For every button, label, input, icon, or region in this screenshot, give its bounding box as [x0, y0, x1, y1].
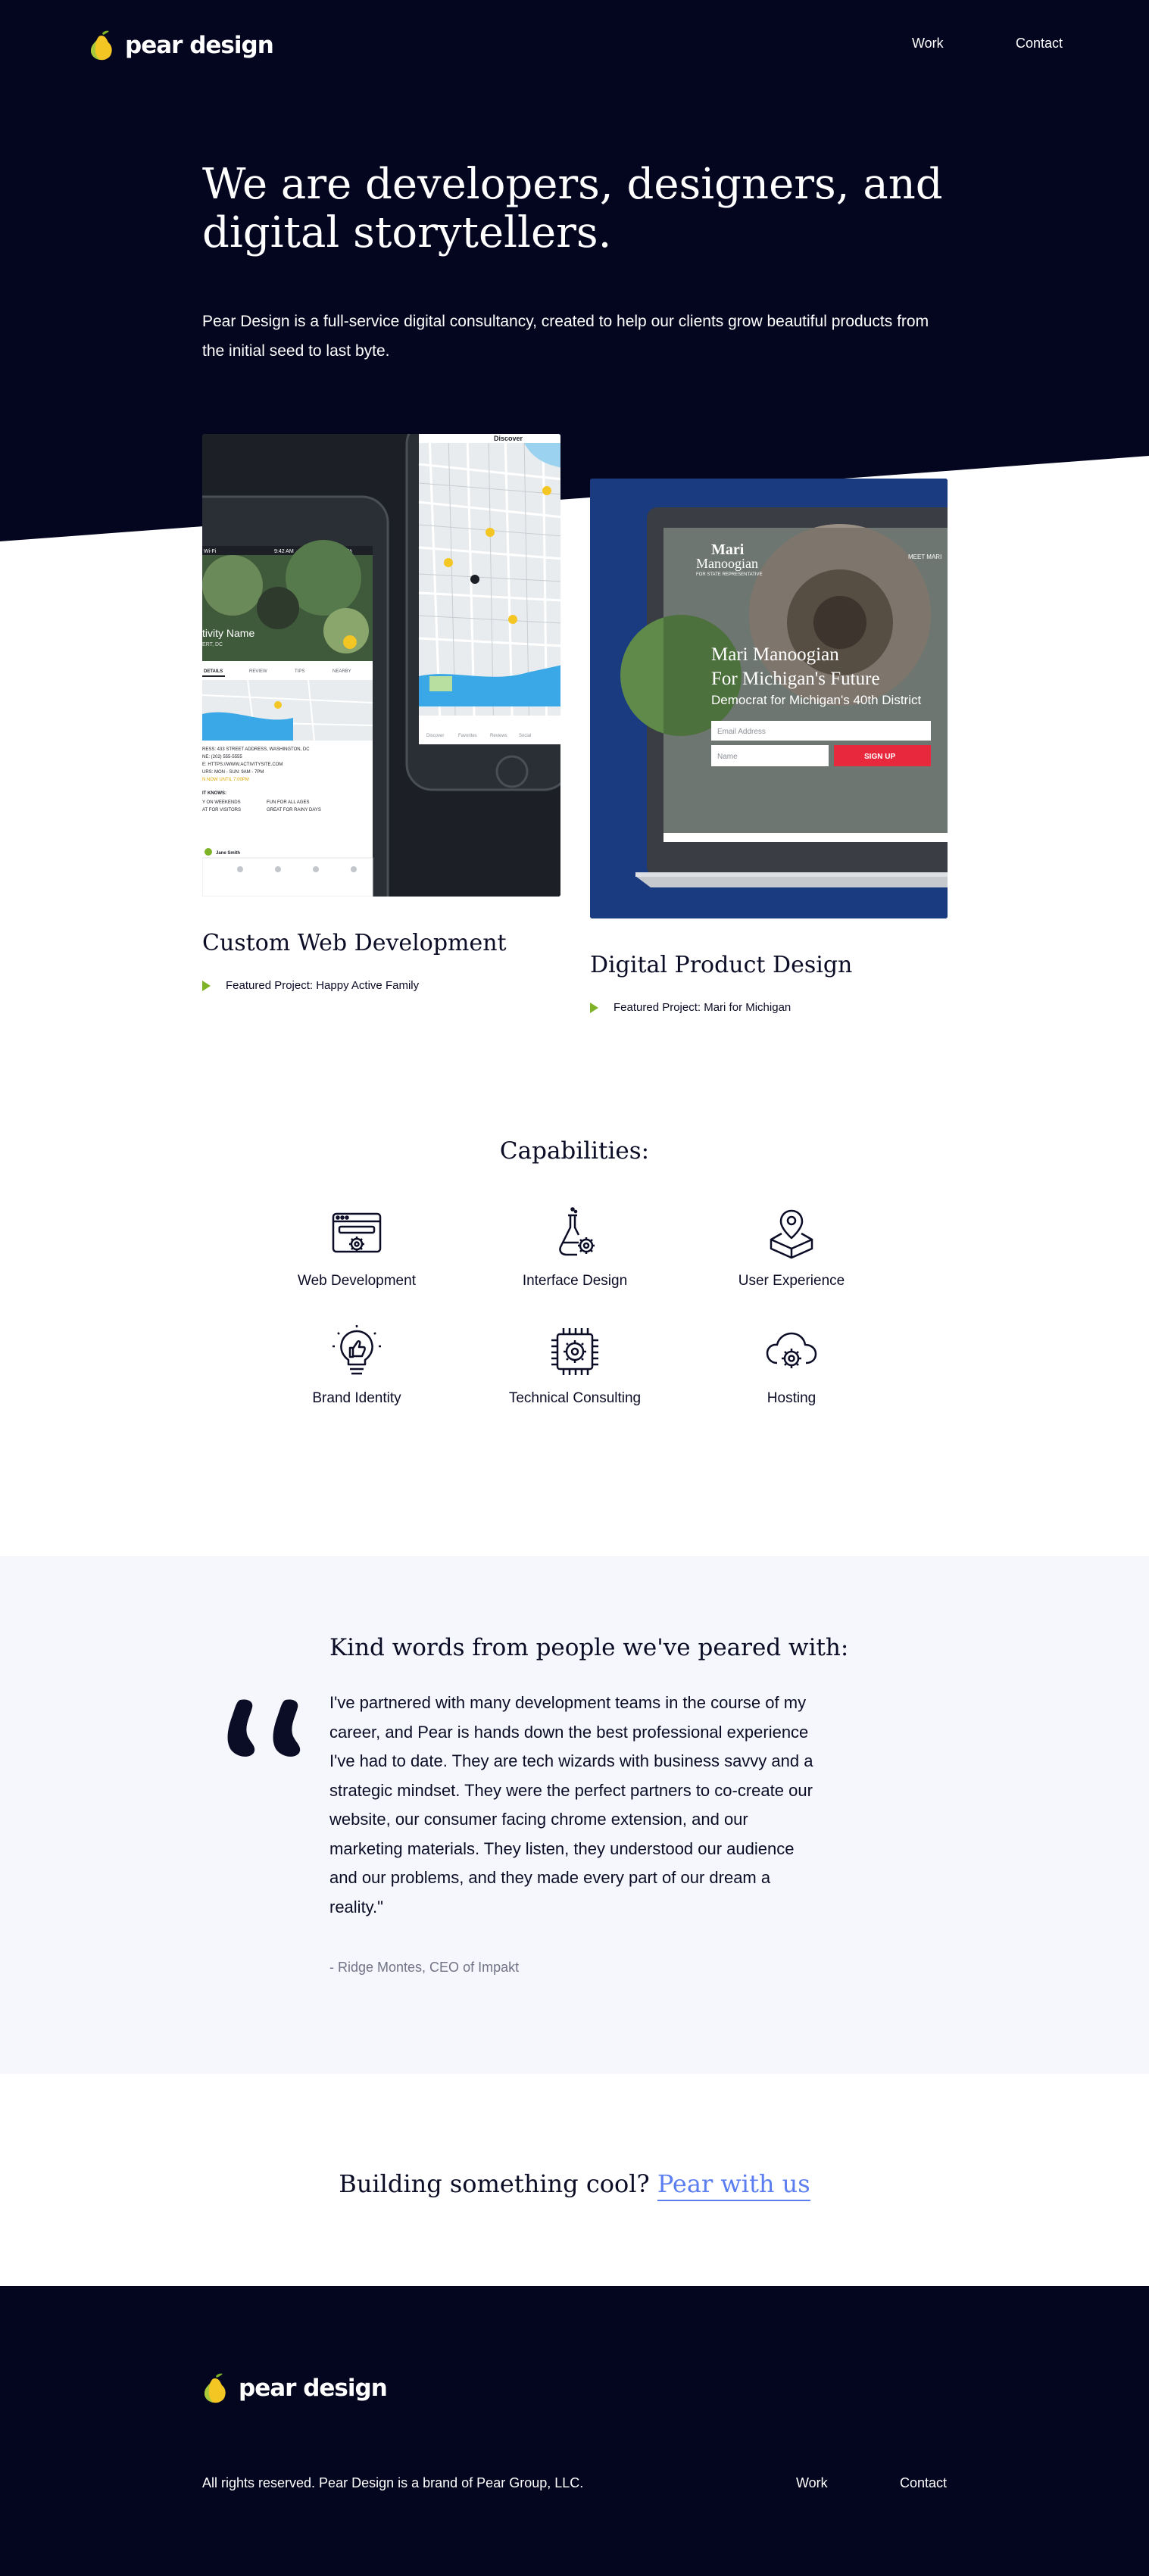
brand-name: pear design [125, 32, 274, 59]
capability-label: User Experience [738, 1273, 845, 1289]
activity-name: tivity Name [202, 627, 254, 639]
footer-work-link[interactable]: Work [796, 2475, 828, 2491]
testimonial-quote: I've partnered with many development tea… [329, 1693, 813, 1916]
activity-location: ERT, DC [202, 642, 223, 647]
status-time: 9:42 AM [274, 549, 294, 554]
detail-website: E: HTTPS://WWW.ACTIVITYSITE.COM [202, 763, 283, 767]
hero-title: We are developers, designers, and digita… [202, 160, 943, 257]
capability-label: Brand Identity [312, 1390, 401, 1406]
nav-contact-link[interactable]: Contact [1016, 36, 1063, 51]
phone-tab-social: Social [519, 734, 531, 738]
phones-mockup: Discover Discover Favorites Reviews Soci… [202, 434, 560, 897]
capability-web-development: Web Development [258, 1206, 455, 1290]
phone-tab-details: DETAILS [204, 669, 223, 674]
site-header: pear design Work Contact [0, 0, 1149, 91]
brand-logo[interactable]: pear design [89, 30, 274, 61]
phone-tab-discover: Discover [426, 734, 444, 738]
detail-address: RESS: 433 STREET ADDRESS, WASHINGTON, DC [202, 747, 310, 752]
phone-tab-review: REVIEW [249, 669, 267, 674]
meet-mari-link[interactable]: MEET MARI [908, 554, 941, 560]
capability-technical-consulting: Technical Consulting [476, 1324, 673, 1407]
footer-brand-logo[interactable]: pear design [202, 2373, 388, 2403]
mari-signup-label: SIGN UP [864, 753, 895, 761]
status-wifi: Wi-Fi [204, 549, 217, 554]
browser-gear-icon [332, 1212, 382, 1253]
phone-tab-nearby: NEARBY [333, 669, 351, 674]
phone-tab-favorites: Favorites [458, 734, 477, 738]
nav-work-link[interactable]: Work [912, 36, 944, 51]
site-footer: pear design All rights reserved. Pear De… [0, 2286, 1149, 2576]
map-title: Discover [494, 435, 523, 442]
capability-hosting: Hosting [693, 1324, 890, 1407]
project-title: Custom Web Development [202, 930, 507, 956]
project-image-happy-active-family[interactable]: Discover Discover Favorites Reviews Soci… [202, 434, 560, 897]
pear-logo-icon [91, 30, 112, 61]
capabilities-section: Capabilities: Web Development Interface … [0, 958, 1149, 1556]
testimonial-title: Kind words from people we've peared with… [329, 1634, 849, 1661]
capability-interface-design: Interface Design [476, 1206, 673, 1290]
detail-open-now: N NOW UNTIL 7:00PM [202, 778, 249, 782]
pear-with-us-link[interactable]: Pear with us [657, 2169, 810, 2201]
reviewer-name: Jane Smith [216, 851, 240, 856]
project-card-web-development[interactable]: Discover Discover Favorites Reviews Soci… [202, 434, 560, 992]
testimonial-section: Kind words from people we've peared with… [0, 1556, 1149, 2074]
capabilities-title: Capabilities: [499, 1137, 650, 1165]
capability-label: Hosting [767, 1390, 816, 1406]
knows-item-4: GREAT FOR RAINY DAYS [267, 808, 321, 812]
footer-contact-link[interactable]: Contact [900, 2475, 947, 2491]
testimonial-author: - Ridge Montes, CEO of Impakt [329, 1960, 520, 1975]
capability-label: Interface Design [522, 1273, 628, 1289]
mari-headline-2: For Michigan's Future [711, 669, 880, 689]
knows-title: IT KNOWS: [202, 791, 226, 796]
cta-section: Building something cool? Pear with us [0, 2074, 1149, 2286]
pear-logo-icon [205, 2373, 226, 2403]
mari-headline-1: Mari Manoogian [711, 644, 839, 665]
mari-logo-line2: Manoogian [696, 556, 758, 571]
footer-brand-name: pear design [239, 2375, 388, 2402]
mari-name-placeholder: Name [717, 753, 738, 761]
quote-mark-icon [227, 1699, 301, 1757]
cloud-gear-icon [766, 1332, 817, 1368]
capability-label: Web Development [298, 1273, 416, 1289]
phone-tab-reviews: Reviews [490, 734, 507, 738]
lightbulb-thumbs-up-icon [333, 1325, 381, 1375]
project-image-mari-for-michigan[interactable]: Mari Manoogian FOR STATE REPRESENTATIVE … [590, 479, 948, 918]
cta-question: Building something cool? [339, 2169, 650, 2198]
mari-tagline: Democrat for Michigan's 40th District [711, 693, 921, 707]
footer-copyright: All rights reserved. Pear Design is a br… [202, 2475, 584, 2490]
chip-gear-icon [551, 1328, 598, 1375]
flask-gear-icon [559, 1207, 595, 1256]
hero-section: pear design Work Contact We are develope… [0, 0, 1149, 1014]
project-card-digital-product-design[interactable]: Mari Manoogian FOR STATE REPRESENTATIVE … [590, 479, 948, 1014]
laptop-mockup: Mari Manoogian FOR STATE REPRESENTATIVE … [590, 479, 948, 918]
capability-brand-identity: Brand Identity [258, 1324, 455, 1407]
phone-tab-tips: TIPS [295, 669, 304, 674]
knows-item-1: Y ON WEEKENDS [202, 800, 241, 805]
detail-hours: URS: MON - SUN: 9AM - 7PM [202, 770, 264, 775]
hero-subtitle: Pear Design is a full-service digital co… [202, 313, 929, 360]
knows-item-3: AT FOR VISITORS [202, 808, 241, 812]
mari-email-placeholder: Email Address [717, 728, 766, 736]
mari-logo-sub: FOR STATE REPRESENTATIVE [696, 572, 763, 577]
capability-user-experience: User Experience [693, 1206, 890, 1290]
detail-phone: NE: (202) 555-5555 [202, 755, 242, 759]
map-pin-box-icon [770, 1209, 813, 1259]
cta-text: Building something cool? Pear with us [0, 2169, 1149, 2201]
knows-item-2: FUN FOR ALL AGES [267, 800, 309, 805]
capability-label: Technical Consulting [508, 1390, 642, 1406]
